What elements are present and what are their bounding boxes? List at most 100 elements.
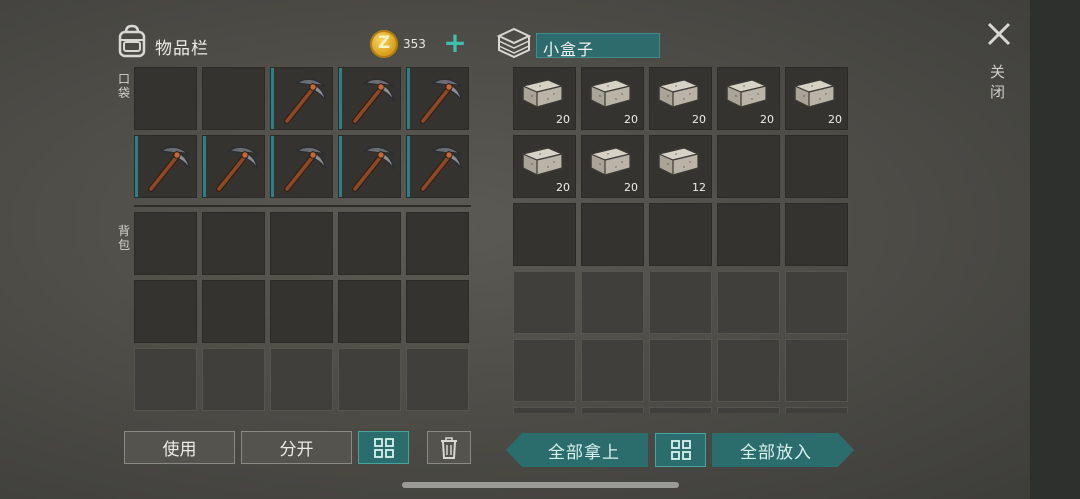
inventory-slot[interactable] bbox=[406, 212, 469, 275]
inventory-slot[interactable] bbox=[513, 271, 576, 334]
inventory-slot[interactable] bbox=[785, 407, 848, 413]
inventory-slot[interactable] bbox=[134, 67, 197, 130]
pickaxe-icon bbox=[420, 78, 463, 124]
stone-block-icon bbox=[657, 79, 700, 108]
inventory-slot[interactable]: 20 bbox=[581, 135, 644, 198]
trash-icon bbox=[441, 436, 457, 459]
put-all-button[interactable]: 全部放入 bbox=[712, 433, 854, 467]
close-icon[interactable] bbox=[985, 20, 1013, 48]
inventory-slot[interactable] bbox=[202, 212, 265, 275]
inventory-slot[interactable] bbox=[270, 67, 333, 130]
pocket-label: 口袋 bbox=[118, 72, 131, 100]
inventory-slot[interactable] bbox=[202, 135, 265, 198]
inventory-slot[interactable] bbox=[134, 348, 197, 411]
inventory-slot[interactable] bbox=[406, 348, 469, 411]
stone-block-icon bbox=[589, 147, 632, 176]
take-all-label: 全部拿上 bbox=[548, 442, 620, 463]
inventory-slot[interactable] bbox=[581, 407, 644, 413]
item-count: 20 bbox=[556, 113, 570, 126]
inventory-slot[interactable]: 20 bbox=[649, 67, 712, 130]
inventory-slot[interactable] bbox=[785, 203, 848, 266]
inventory-slot[interactable] bbox=[513, 407, 576, 413]
section-divider bbox=[134, 205, 471, 207]
inventory-slot[interactable] bbox=[785, 135, 848, 198]
inventory-slot[interactable] bbox=[338, 280, 401, 343]
item-count: 20 bbox=[692, 113, 706, 126]
inventory-slot[interactable] bbox=[717, 271, 780, 334]
inventory-slot[interactable] bbox=[581, 271, 644, 334]
coin-icon: Z bbox=[370, 30, 398, 58]
pickaxe-icon bbox=[284, 146, 327, 192]
stone-block-icon bbox=[657, 147, 700, 176]
close-label[interactable]: 关闭 bbox=[990, 62, 1006, 102]
inventory-slot[interactable] bbox=[406, 135, 469, 198]
inventory-slot[interactable] bbox=[513, 339, 576, 402]
stone-block-icon bbox=[521, 79, 564, 108]
inventory-slot[interactable] bbox=[649, 339, 712, 402]
inventory-slot[interactable]: 20 bbox=[581, 67, 644, 130]
sort-container-button[interactable] bbox=[655, 433, 706, 467]
inventory-slot[interactable] bbox=[202, 67, 265, 130]
backpack-label: 背包 bbox=[118, 224, 131, 252]
inventory-slot[interactable] bbox=[717, 339, 780, 402]
inventory-slot[interactable] bbox=[270, 212, 333, 275]
item-count: 20 bbox=[556, 181, 570, 194]
inventory-slot[interactable] bbox=[581, 203, 644, 266]
item-count: 20 bbox=[828, 113, 842, 126]
item-count: 20 bbox=[624, 113, 638, 126]
inventory-slot[interactable] bbox=[581, 339, 644, 402]
inventory-slot[interactable] bbox=[202, 348, 265, 411]
item-count: 20 bbox=[760, 113, 774, 126]
inventory-slot[interactable] bbox=[406, 67, 469, 130]
inventory-slot[interactable] bbox=[717, 203, 780, 266]
stone-block-icon bbox=[725, 79, 768, 108]
pickaxe-icon bbox=[352, 146, 395, 192]
container-name-field[interactable]: 小盒子 bbox=[536, 33, 660, 59]
inventory-slot[interactable] bbox=[270, 348, 333, 411]
inventory-slot[interactable] bbox=[338, 135, 401, 198]
grid-icon bbox=[670, 440, 691, 460]
inventory-slot[interactable] bbox=[134, 212, 197, 275]
inventory-slot[interactable]: 20 bbox=[785, 67, 848, 130]
inventory-slot[interactable]: 20 bbox=[513, 135, 576, 198]
pickaxe-icon bbox=[284, 78, 327, 124]
inventory-slot[interactable] bbox=[202, 280, 265, 343]
inventory-slot[interactable] bbox=[649, 407, 712, 413]
stone-block-icon bbox=[793, 79, 836, 108]
stone-block-icon bbox=[589, 79, 632, 108]
inventory-slot[interactable] bbox=[338, 348, 401, 411]
grid-icon bbox=[373, 437, 394, 458]
right-edge-panel bbox=[1030, 0, 1080, 499]
add-coins-button[interactable]: + bbox=[442, 29, 468, 57]
inventory-slot[interactable] bbox=[270, 280, 333, 343]
item-count: 20 bbox=[624, 181, 638, 194]
inventory-slot[interactable] bbox=[717, 135, 780, 198]
box-icon bbox=[496, 27, 532, 59]
container-grid: 20 20 20 20 20 20 20 12 bbox=[513, 67, 848, 413]
inventory-slot[interactable] bbox=[649, 271, 712, 334]
take-all-button[interactable]: 全部拿上 bbox=[506, 433, 648, 467]
inventory-slot[interactable] bbox=[406, 280, 469, 343]
inventory-slot[interactable] bbox=[134, 135, 197, 198]
inventory-slot[interactable] bbox=[338, 212, 401, 275]
inventory-slot[interactable]: 20 bbox=[513, 67, 576, 130]
inventory-slot[interactable]: 12 bbox=[649, 135, 712, 198]
backpack-grid bbox=[134, 212, 469, 411]
scrollbar[interactable] bbox=[402, 482, 679, 488]
inventory-slot[interactable] bbox=[513, 203, 576, 266]
inventory-slot[interactable] bbox=[338, 67, 401, 130]
pickaxe-icon bbox=[420, 146, 463, 192]
inventory-slot[interactable] bbox=[270, 135, 333, 198]
inventory-slot[interactable] bbox=[134, 280, 197, 343]
sort-inventory-button[interactable] bbox=[358, 431, 409, 464]
use-button[interactable]: 使用 bbox=[124, 431, 235, 464]
inventory-slot[interactable] bbox=[717, 407, 780, 413]
inventory-slot[interactable] bbox=[649, 203, 712, 266]
backpack-icon bbox=[118, 24, 146, 58]
inventory-slot[interactable] bbox=[785, 271, 848, 334]
inventory-slot[interactable]: 20 bbox=[717, 67, 780, 130]
delete-button[interactable] bbox=[427, 431, 471, 464]
pickaxe-icon bbox=[352, 78, 395, 124]
split-button[interactable]: 分开 bbox=[241, 431, 352, 464]
inventory-slot[interactable] bbox=[785, 339, 848, 402]
